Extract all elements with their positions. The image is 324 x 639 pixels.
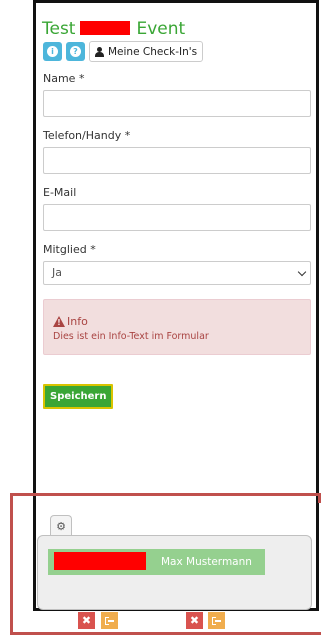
logout-icon [212,616,221,625]
delete-button[interactable]: ✖ [78,612,95,629]
alert-text: Dies ist ein Info-Text im Formular [53,331,209,342]
logout-button[interactable] [208,612,225,629]
save-button[interactable]: Speichern [43,384,114,409]
checkin-card: Max Mustermann [37,535,312,610]
logout-button[interactable] [101,612,118,629]
my-checkins-button[interactable]: Meine Check-In's [89,41,204,62]
name-input[interactable] [43,90,311,117]
info-button[interactable]: i [43,42,62,61]
title-prefix: Test [42,19,76,39]
warning-icon [53,316,65,328]
alert-heading: Info [53,315,88,328]
name-label: Name * [43,72,85,85]
delete-icon: ✖ [189,614,200,627]
gear-icon: ⚙ [56,520,66,533]
checkin-name-bar: Max Mustermann [48,549,265,575]
phone-input[interactable] [43,147,311,174]
highlight-frame-edge [318,493,321,503]
alert-heading-text: Info [67,315,88,328]
person-name: Max Mustermann [161,556,252,568]
redacted-text [54,552,146,570]
question-circle-icon: ? [70,46,81,57]
logout-icon [105,616,114,625]
email-label: E-Mail [43,186,77,199]
user-icon [95,46,104,57]
info-alert: Info Dies ist ein Info-Text im Formular [43,299,311,355]
settings-tab[interactable]: ⚙ [50,515,72,537]
delete-icon: ✖ [81,614,92,627]
email-input[interactable] [43,204,311,231]
member-label: Mitglied * [43,243,96,256]
member-select[interactable]: Ja [43,261,311,285]
info-circle-icon: i [47,46,58,57]
redacted-text [80,21,131,35]
page-title: Test Event [42,19,185,39]
member-selected-value: Ja [52,266,62,279]
help-button[interactable]: ? [66,42,85,61]
header-button-row: i ? Meine Check-In's [43,41,204,62]
title-suffix: Event [136,19,186,39]
my-checkins-label: Meine Check-In's [108,45,198,58]
phone-label: Telefon/Handy * [43,129,131,142]
chevron-down-icon [297,267,307,277]
delete-button[interactable]: ✖ [186,612,203,629]
